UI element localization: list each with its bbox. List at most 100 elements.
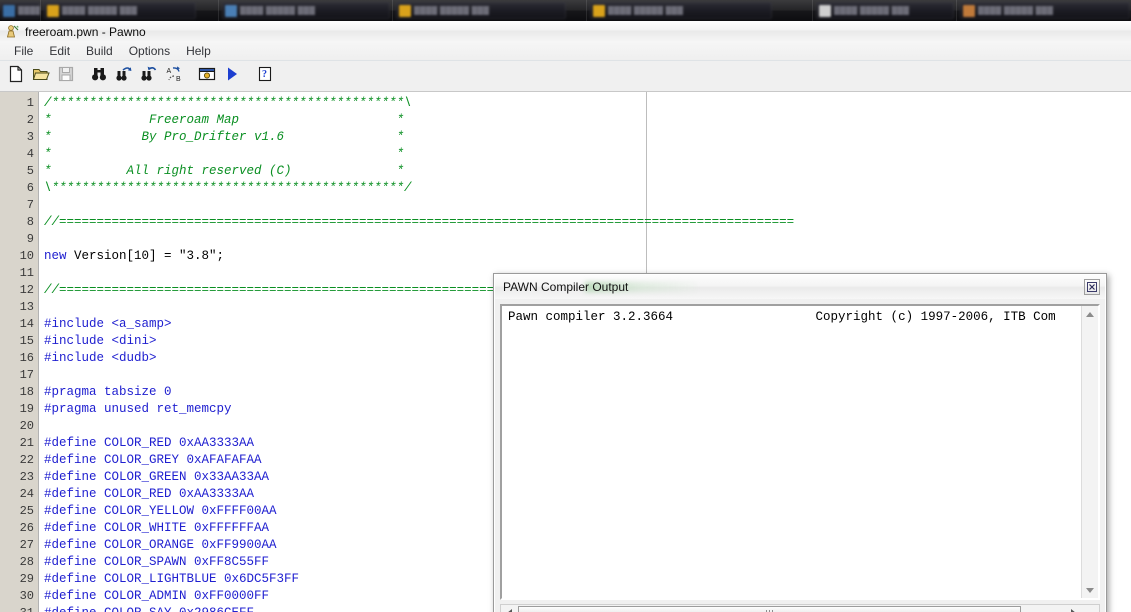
compiler-output-text: Pawn compiler 3.2.3664 Copyright (c) 199… [508, 310, 1056, 324]
run-button[interactable] [220, 65, 244, 88]
taskbar-item[interactable]: ████ █████ ███ [222, 2, 390, 19]
taskbar-item-icon [819, 4, 831, 17]
compiler-output-pane[interactable]: Pawn compiler 3.2.3664 Copyright (c) 199… [500, 304, 1100, 600]
code-line: #define COLOR_LIGHTBLUE 0x6DC5F3FF [44, 571, 299, 588]
save-file-button [54, 65, 78, 88]
window-titlebar[interactable]: freeroam.pwn - Pawno [0, 21, 1131, 42]
find-prev-icon [140, 65, 158, 88]
taskbar-item[interactable]: ████ █████ ███ [816, 2, 954, 19]
scroll-down-arrow[interactable] [1082, 582, 1098, 598]
code-token-pp: #include <dini> [44, 334, 157, 348]
taskbar-item[interactable]: ████ █████ ███ [960, 2, 1130, 19]
scroll-up-arrow[interactable] [1082, 306, 1098, 322]
code-token-kw: new [44, 249, 75, 263]
code-line: #define COLOR_RED 0xAA3333AA [44, 486, 254, 503]
dialog-title: PAWN Compiler Output [503, 280, 629, 294]
binoculars-icon [90, 65, 108, 88]
line-number: 14 [19, 317, 34, 331]
taskbar-item-label: ████ █████ ███ [978, 6, 1054, 15]
line-number: 23 [19, 470, 34, 484]
taskbar-item-icon [47, 4, 59, 17]
find-prev-button[interactable] [137, 65, 161, 88]
new-file-button[interactable] [4, 65, 28, 88]
code-line: #define COLOR_RED 0xAA3333AA [44, 435, 254, 452]
line-number: 13 [19, 300, 34, 314]
compile-window-icon [198, 65, 216, 88]
find-next-button[interactable] [112, 65, 136, 88]
code-line: * By Pro_Drifter v1.6 * [44, 129, 404, 146]
scroll-left-arrow[interactable] [501, 605, 517, 612]
taskbar-item[interactable]: ████ █████ ███ [590, 2, 772, 19]
line-number: 10 [19, 249, 34, 263]
find-button[interactable] [87, 65, 111, 88]
pawn-compiler-output-dialog: PAWN Compiler Output Pawn compiler 3.2.3… [493, 273, 1107, 612]
close-icon[interactable] [1084, 279, 1100, 295]
help-button[interactable]: ? [253, 65, 277, 88]
taskbar-item[interactable]: ████ █████ ███ [44, 2, 196, 19]
code-token-pp: #include <a_samp> [44, 317, 172, 331]
triangle-down-icon [1086, 587, 1094, 593]
code-token-pp: #define COLOR_LIGHTBLUE 0x6DC5F3FF [44, 572, 300, 586]
line-number: 5 [26, 164, 34, 178]
new-document-icon [7, 65, 25, 88]
horizontal-scroll-thumb[interactable] [518, 606, 1021, 612]
compile-button[interactable] [195, 65, 219, 88]
find-next-icon [115, 65, 133, 88]
taskbar-item-label: ████ █████ ███ [62, 6, 138, 15]
taskbar-item[interactable]: ████ █████ ███ [396, 2, 566, 19]
taskbar-item-label: ████ █████ ███ [240, 6, 316, 15]
horizontal-scrollbar[interactable] [500, 604, 1100, 612]
taskbar-item[interactable]: ████ █████ ███ [0, 2, 40, 19]
code-token-pp: #define COLOR_RED 0xAA3333AA [44, 487, 255, 501]
menu-item-label: Edit [49, 43, 71, 58]
code-line: * All right reserved (C) * [44, 163, 404, 180]
code-line: new Version[10] = "3.8"; [44, 248, 224, 265]
code-token-comment: * All right reserved (C) * [44, 164, 405, 178]
taskbar-item-icon [593, 4, 605, 17]
line-number-gutter: 1 2 3 4 5 6 7 8 9 10 11 12 13 14 15 16 17 18 19 20 21 22 23 24 2… [0, 92, 39, 612]
dialog-titlebar[interactable]: PAWN Compiler Output [495, 275, 1105, 299]
help-question-icon: ? [256, 65, 274, 88]
taskbar-item-label: ████ █████ ███ [414, 6, 490, 15]
taskbar-separator [812, 0, 813, 21]
code-line: #define COLOR_YELLOW 0xFFFF00AA [44, 503, 277, 520]
code-line: * * [44, 146, 404, 163]
toolbar-separator [187, 76, 195, 77]
run-triangle-icon [223, 65, 241, 88]
svg-text:A: A [167, 68, 172, 75]
line-number: 24 [19, 487, 34, 501]
code-token-pp: #define COLOR_YELLOW 0xFFFF00AA [44, 504, 277, 518]
code-token-comment: //======================================… [44, 215, 795, 229]
screen: ████ ████ █ ███ █ ███ ████ █ ███ █ ███ ████ █ █… [0, 0, 1131, 612]
open-file-button[interactable] [29, 65, 53, 88]
os-taskbar: ████ ████ █ ███ █ ███ ████ █ ███ █ ███ ████ █ █… [0, 0, 1131, 21]
save-disk-icon [57, 65, 75, 88]
menu-build[interactable]: Build [78, 42, 121, 61]
line-number: 6 [26, 181, 34, 195]
line-number: 31 [4, 605, 34, 612]
code-token-pp: #define COLOR_SAY 0x2986CEFF [44, 606, 254, 612]
menu-edit[interactable]: Edit [41, 42, 78, 61]
menu-options[interactable]: Options [121, 42, 178, 61]
menu-item-label: Options [128, 43, 171, 58]
toolbar: A B? [0, 62, 1131, 92]
line-number: 21 [19, 436, 34, 450]
vertical-scrollbar[interactable] [1081, 306, 1098, 598]
code-token-pp: #pragma tabsize 0 [44, 385, 172, 399]
replace-button[interactable]: AB [162, 65, 186, 88]
code-line: #include <dini> [44, 333, 157, 350]
scroll-right-arrow[interactable] [1065, 605, 1081, 612]
triangle-up-icon [1086, 311, 1094, 317]
line-number: 20 [19, 419, 34, 433]
menu-file[interactable]: File [6, 42, 41, 61]
menu-help[interactable]: Help [178, 42, 219, 61]
taskbar-item-icon [3, 4, 15, 17]
line-number: 17 [19, 368, 34, 382]
line-number: 25 [19, 504, 34, 518]
taskbar-item-label: ████ █████ ███ [18, 6, 40, 15]
code-line: #define COLOR_ADMIN 0xFF0000FF [44, 588, 269, 605]
toolbar-separator [79, 76, 87, 77]
taskbar-item-label: ████ █████ ███ [608, 6, 684, 15]
code-line: \***************************************… [44, 180, 412, 197]
code-token-pp: #define COLOR_GREEN 0x33AA33AA [44, 470, 270, 484]
